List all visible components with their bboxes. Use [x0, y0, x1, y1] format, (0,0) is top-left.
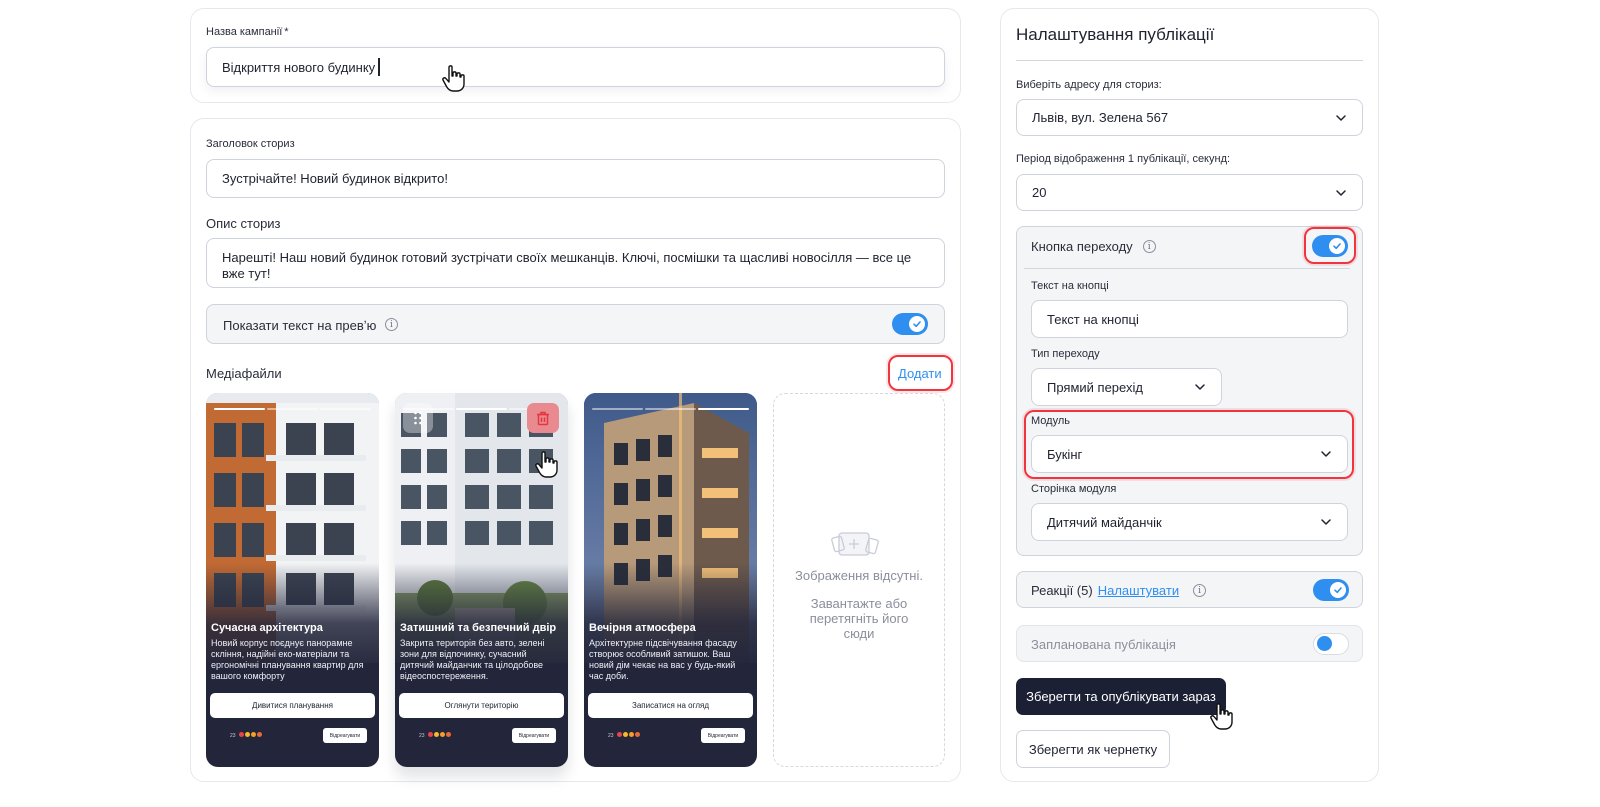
- campaign-name-input[interactable]: Відкриття нового будинку: [206, 47, 945, 87]
- story-desc-textarea[interactable]: Нарешті! Наш новий будинок готовий зустр…: [206, 238, 945, 288]
- hand-cursor-icon: [535, 451, 558, 478]
- nav-button-label-text: Кнопка переходу: [1031, 239, 1133, 254]
- chevron-down-icon: [1336, 189, 1346, 196]
- save-draft-button[interactable]: Зберегти як чернетку: [1016, 730, 1170, 768]
- button-text-label: Текст на кнопці: [1031, 280, 1109, 292]
- chevron-down-icon: [1195, 384, 1205, 390]
- story-card-3[interactable]: Вечірня атмосфера Архітектурне підсвічув…: [584, 393, 757, 767]
- preview-text-toggle[interactable]: [892, 313, 928, 335]
- story-reaction-count-1: 23: [230, 733, 236, 739]
- module-label: Модуль: [1031, 415, 1070, 427]
- story-desc-value: Нарешті! Наш новий будинок готовий зустр…: [222, 250, 912, 281]
- story-desc-2: Закрита територія без авто, зелені зони …: [400, 638, 545, 681]
- settings-divider: [1016, 60, 1363, 61]
- story-desc-3: Архітектурне підсвічування фасаду створю…: [589, 638, 737, 681]
- nav-button-label: Кнопка переходу i: [1031, 239, 1156, 254]
- story-react-button-1[interactable]: Відреагувати: [323, 728, 367, 743]
- story-cta-button-3[interactable]: Записатися на огляд: [588, 693, 753, 718]
- nav-type-value: Прямий перехід: [1047, 379, 1143, 395]
- reactions-settings-link[interactable]: Налаштувати: [1098, 583, 1179, 598]
- info-icon: i: [1142, 240, 1156, 253]
- delete-story-button[interactable]: [527, 403, 559, 433]
- story-progress-1: [214, 408, 371, 410]
- story-title-label: Заголовок сториз: [206, 138, 295, 150]
- preview-text-label: Показати текст на превʼю: [223, 318, 377, 333]
- module-value: Букінг: [1047, 446, 1083, 462]
- story-desc-label: Опис сториз: [206, 216, 281, 231]
- chevron-down-icon: [1336, 114, 1346, 121]
- dropzone-empty-text: Зображення відсутні.: [795, 568, 923, 583]
- reactions-row: Реакції (5) Налаштувати i: [1016, 571, 1363, 608]
- period-select[interactable]: 20: [1016, 174, 1363, 211]
- reaction-emoji-icons: [428, 732, 451, 737]
- add-media-button[interactable]: Додати: [898, 366, 942, 381]
- reactions-label: Реакції (5): [1031, 583, 1093, 598]
- story-reaction-count-2: 23: [419, 733, 425, 739]
- publish-now-button[interactable]: Зберегти та опублікувати зараз: [1016, 678, 1226, 715]
- address-label: Виберіть адресу для сториз:: [1016, 79, 1162, 91]
- trash-icon: [537, 411, 549, 425]
- module-page-value: Дитячий майданчік: [1047, 514, 1162, 530]
- image-upload-icon: [831, 532, 879, 556]
- button-text-value: Текст на кнопці: [1047, 311, 1139, 327]
- story-card-2[interactable]: Затишний та безпечний двір Закрита терит…: [395, 393, 568, 767]
- story-cta-button-1[interactable]: Дивитися планування: [210, 693, 375, 718]
- scheduled-row: Запланована публікація: [1016, 625, 1363, 662]
- settings-title: Налаштування публікації: [1016, 25, 1215, 44]
- module-select[interactable]: Букінг: [1031, 435, 1348, 473]
- nav-panel-divider: [1024, 268, 1350, 269]
- story-react-button-2[interactable]: Відреагувати: [512, 728, 556, 743]
- scheduled-toggle[interactable]: [1313, 633, 1349, 655]
- story-cta-button-2[interactable]: Оглянути територію: [399, 693, 564, 718]
- story-title-2: Затишний та безпечний двір: [400, 622, 557, 634]
- info-icon: i: [1193, 584, 1207, 597]
- story-reaction-count-3: 23: [608, 733, 614, 739]
- reaction-emoji-icons: [617, 732, 640, 737]
- preview-text-row: Показати текст на превʼю i: [206, 304, 945, 344]
- period-label: Період відображення 1 публікації, секунд…: [1016, 153, 1231, 165]
- chevron-down-icon: [1321, 519, 1331, 525]
- nav-type-select[interactable]: Прямий перехід: [1031, 368, 1222, 406]
- required-mark: *: [284, 26, 289, 38]
- nav-type-label: Тип переходу: [1031, 348, 1100, 360]
- story-progress-3: [592, 408, 749, 410]
- story-title-1: Сучасна архітектура: [211, 622, 323, 634]
- hand-cursor-icon: [442, 65, 465, 92]
- dropzone-hint-text: Завантажте або перетягніть його сюди: [809, 596, 909, 641]
- story-title-3: Вечірня атмосфера: [589, 622, 696, 634]
- module-page-select[interactable]: Дитячий майданчік: [1031, 503, 1348, 541]
- story-react-button-3[interactable]: Відреагувати: [701, 728, 745, 743]
- chevron-down-icon: [1321, 451, 1331, 457]
- text-caret: [378, 58, 381, 76]
- campaign-name-value: Відкриття нового будинку: [222, 59, 376, 75]
- reaction-emoji-icons: [239, 732, 262, 737]
- story-title-input[interactable]: Зустрічайте! Новий будинок відкрито!: [206, 159, 945, 198]
- media-files-label: Медіафайли: [206, 366, 282, 381]
- module-page-label: Сторінка модуля: [1031, 483, 1117, 495]
- drag-handle-icon[interactable]: [403, 403, 433, 433]
- button-text-input[interactable]: Текст на кнопці: [1031, 300, 1348, 338]
- nav-button-toggle[interactable]: [1312, 235, 1348, 257]
- story-desc-1: Новий корпус поєднує панорамне скління, …: [211, 638, 364, 681]
- campaign-name-label: Назва кампанії *: [206, 26, 289, 38]
- story-title-value: Зустрічайте! Новий будинок відкрито!: [222, 171, 448, 186]
- period-value: 20: [1032, 185, 1047, 200]
- info-icon: i: [385, 318, 398, 331]
- story-card-1[interactable]: Сучасна архітектура Новий корпус поєднує…: [206, 393, 379, 767]
- media-dropzone[interactable]: Зображення відсутні. Завантажте або пере…: [773, 393, 945, 767]
- scheduled-label: Запланована публікація: [1031, 637, 1176, 652]
- address-select[interactable]: Львів, вул. Зелена 567: [1016, 99, 1363, 136]
- hand-cursor-icon: [1210, 703, 1233, 730]
- address-value: Львів, вул. Зелена 567: [1032, 110, 1169, 125]
- reactions-toggle[interactable]: [1313, 579, 1349, 601]
